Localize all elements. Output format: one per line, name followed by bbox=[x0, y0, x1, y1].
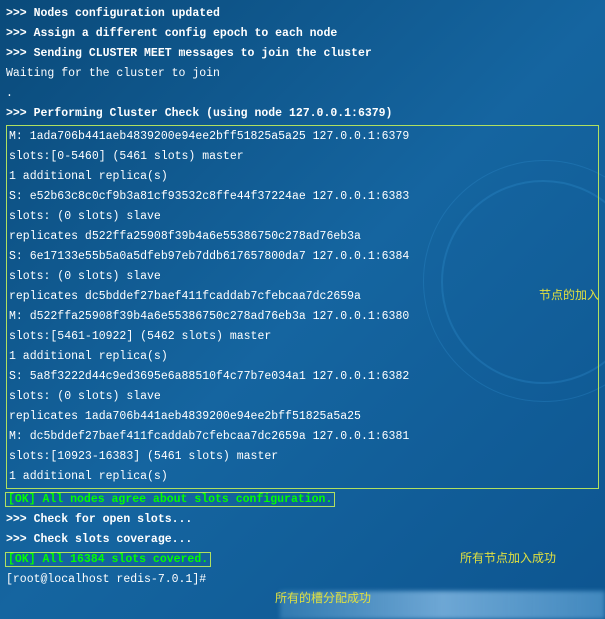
output-line: >>> Performing Cluster Check (using node… bbox=[6, 104, 599, 124]
output-line: >>> Sending CLUSTER MEET messages to joi… bbox=[6, 44, 599, 64]
node-line: M: dc5bddef27baef411fcaddab7cfebcaa7dc26… bbox=[9, 427, 596, 447]
output-line: >>> Nodes configuration updated bbox=[6, 4, 599, 24]
ok-text: [OK] All 16384 slots covered. bbox=[6, 553, 210, 566]
output-line: >>> Assign a different config epoch to e… bbox=[6, 24, 599, 44]
check-line: >>> Check for open slots... bbox=[6, 510, 599, 530]
prompt-line[interactable]: [root@localhost redis-7.0.1]# bbox=[6, 570, 599, 590]
prompt-text: [root@localhost redis-7.0.1]# bbox=[6, 573, 206, 586]
node-line: S: 5a8f3222d44c9ed3695e6a88510f4c77b7e03… bbox=[9, 367, 596, 387]
node-line: S: 6e17133e55b5a0a5dfeb97eb7ddb617657800… bbox=[9, 247, 596, 267]
node-line: 1 additional replica(s) bbox=[9, 467, 596, 487]
node-line: slots: (0 slots) slave bbox=[9, 267, 596, 287]
node-line: slots: (0 slots) slave bbox=[9, 207, 596, 227]
node-line: replicates 1ada706b441aeb4839200e94ee2bf… bbox=[9, 407, 596, 427]
annotation-slots-assigned: 所有的槽分配成功 bbox=[275, 588, 371, 608]
node-line: slots:[0-5460] (5461 slots) master bbox=[9, 147, 596, 167]
nodes-highlight-box: M: 1ada706b441aeb4839200e94ee2bff51825a5… bbox=[6, 125, 599, 489]
ok-text: [OK] All nodes agree about slots configu… bbox=[6, 493, 334, 506]
output-line: Waiting for the cluster to join bbox=[6, 64, 599, 84]
node-line: replicates d522ffa25908f39b4a6e55386750c… bbox=[9, 227, 596, 247]
annotation-node-join: 节点的加入 bbox=[539, 285, 599, 305]
node-line: S: e52b63c8c0cf9b3a81cf93532c8ffe44f3722… bbox=[9, 187, 596, 207]
node-line: M: d522ffa25908f39b4a6e55386750c278ad76e… bbox=[9, 307, 596, 327]
node-line: slots: (0 slots) slave bbox=[9, 387, 596, 407]
ok-line-1: [OK] All nodes agree about slots configu… bbox=[6, 490, 599, 510]
terminal-output: >>> Nodes configuration updated >>> Assi… bbox=[6, 4, 599, 590]
node-line: replicates dc5bddef27baef411fcaddab7cfeb… bbox=[9, 287, 596, 307]
node-line: 1 additional replica(s) bbox=[9, 347, 596, 367]
node-line: slots:[5461-10922] (5462 slots) master bbox=[9, 327, 596, 347]
check-line: >>> Check slots coverage... bbox=[6, 530, 599, 550]
node-line: slots:[10923-16383] (5461 slots) master bbox=[9, 447, 596, 467]
output-blank: . bbox=[6, 84, 599, 104]
node-line: 1 additional replica(s) bbox=[9, 167, 596, 187]
node-line: M: 1ada706b441aeb4839200e94ee2bff51825a5… bbox=[9, 127, 596, 147]
annotation-all-joined: 所有节点加入成功 bbox=[460, 548, 556, 568]
